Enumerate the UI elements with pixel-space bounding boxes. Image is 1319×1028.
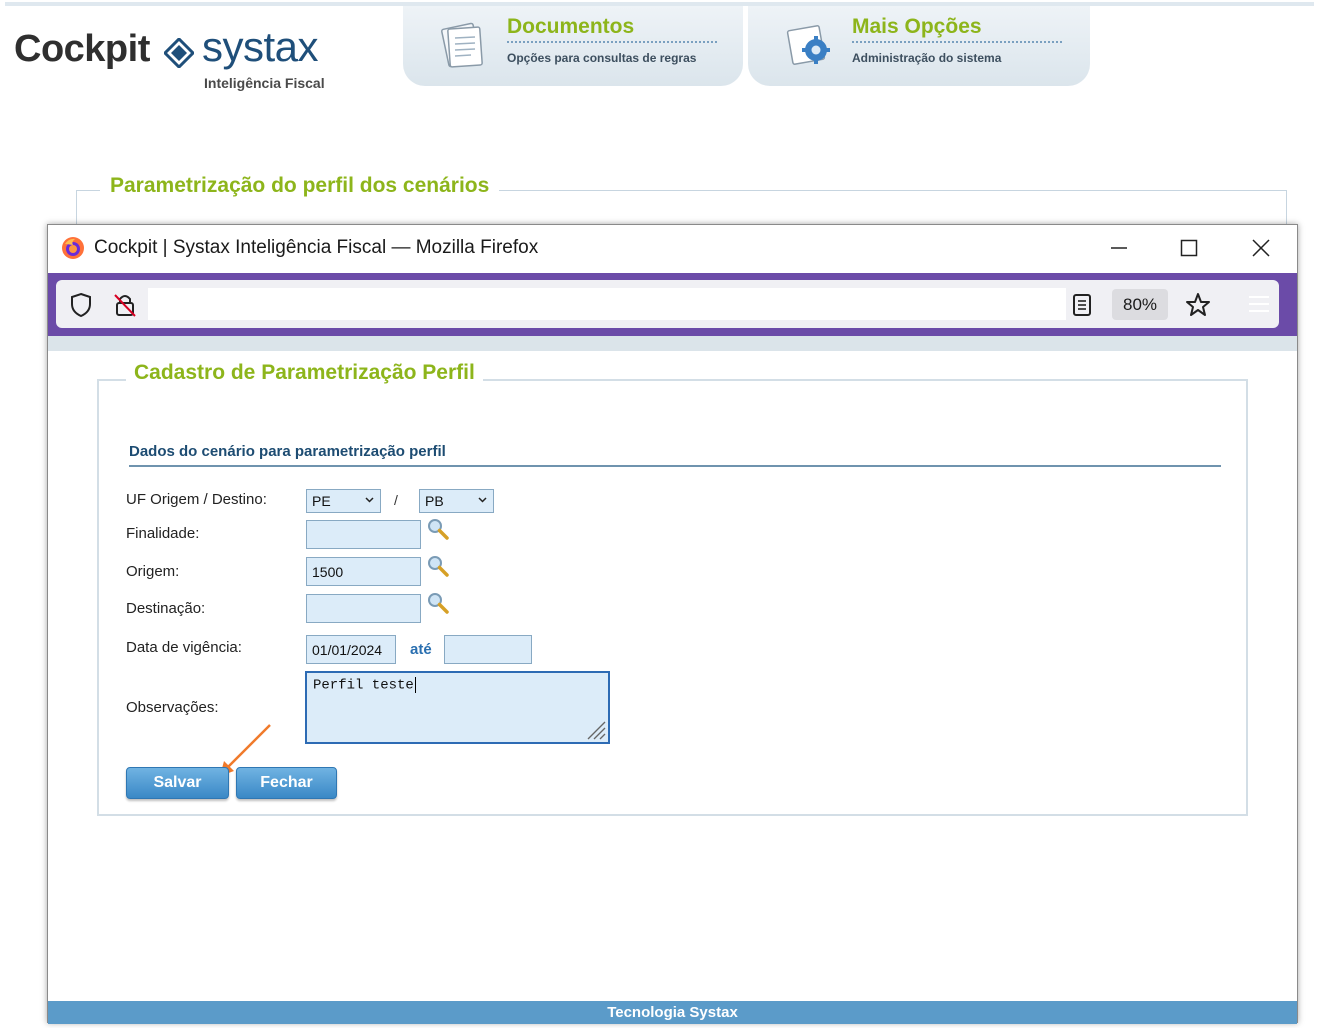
observacoes-value: Perfil teste [313, 677, 414, 694]
destinacao-input[interactable] [306, 594, 421, 623]
text-cursor [414, 677, 416, 693]
uf-separator: / [394, 492, 398, 508]
logo-word-cockpit: Cockpit [14, 28, 150, 70]
url-input[interactable] [148, 288, 1066, 320]
vigencia-inicio-input[interactable]: 01/01/2024 [306, 635, 396, 664]
window-titlebar[interactable]: Cockpit | Systax Inteligência Fiscal — M… [48, 225, 1297, 273]
uf-origem-value: PE [312, 493, 331, 509]
close-button[interactable]: Fechar [236, 767, 337, 799]
background-section-title: Parametrização do perfil dos cenários [100, 174, 500, 198]
menu-tab-documentos[interactable]: Documentos Opções para consultas de regr… [403, 6, 743, 86]
documents-icon [441, 22, 483, 68]
chevron-down-icon [365, 497, 374, 503]
search-magnifier-icon[interactable] [427, 592, 449, 614]
form-title: Cadastro de Parametrização Perfil [126, 361, 483, 385]
finalidade-input[interactable] [306, 520, 421, 549]
section-title: Dados do cenário para parametrização per… [129, 443, 446, 460]
finalidade-label: Finalidade: [126, 525, 200, 542]
firefox-logo-icon [62, 237, 84, 259]
search-magnifier-icon[interactable] [427, 518, 449, 540]
vigencia-label: Data de vigência: [126, 639, 242, 656]
chevron-down-icon [478, 497, 487, 503]
menu-tab-divider [852, 41, 1062, 43]
settings-gear-icon [786, 25, 830, 65]
menu-tab-title: Mais Opções [852, 15, 982, 38]
logo-diamond-icon [164, 38, 194, 68]
tracking-protection-shield-icon[interactable] [68, 292, 94, 318]
uf-origem-select[interactable]: PE [306, 489, 381, 513]
resize-grip-icon[interactable] [584, 718, 606, 740]
menu-tab-divider [507, 41, 717, 43]
search-magnifier-icon[interactable] [427, 555, 449, 577]
vigencia-fim-input[interactable] [444, 635, 532, 664]
close-icon [1252, 239, 1270, 257]
origem-label: Origem: [126, 563, 180, 580]
menu-tab-subtitle: Opções para consultas de regras [507, 51, 697, 65]
maximize-icon [1180, 239, 1198, 257]
page: Cockpit systax Inteligência Fiscal Docum… [0, 0, 1319, 1028]
uf-destino-select[interactable]: PB [419, 489, 494, 513]
reader-view-icon[interactable] [1069, 292, 1095, 318]
observacoes-textarea[interactable]: Perfil teste [305, 671, 610, 744]
bookmark-star-icon[interactable] [1185, 292, 1211, 318]
menu-tab-subtitle: Administração do sistema [852, 51, 1002, 65]
save-button[interactable]: Salvar [126, 767, 229, 799]
page-content: Cadastro de Parametrização Perfil Dados … [48, 336, 1297, 1024]
observacoes-label: Observações: [126, 699, 219, 716]
uf-label: UF Origem / Destino: [126, 491, 267, 508]
close-window-button[interactable] [1238, 231, 1284, 265]
section-divider [129, 465, 1221, 467]
insecure-lock-icon[interactable] [112, 292, 138, 318]
footer-bar: Tecnologia Systax [48, 1001, 1297, 1024]
minimize-button[interactable] [1096, 231, 1142, 265]
menu-tab-mais-opcoes[interactable]: Mais Opções Administração do sistema [748, 6, 1090, 86]
hamburger-menu-icon[interactable] [1247, 292, 1271, 316]
logo-word-systax: systax [202, 23, 319, 70]
destinacao-label: Destinação: [126, 600, 206, 617]
zoom-level-button[interactable]: 80% [1112, 289, 1168, 320]
origem-input[interactable]: 1500 [306, 557, 421, 586]
address-bar[interactable]: 80% [56, 280, 1279, 328]
minimize-icon [1111, 247, 1127, 249]
vigencia-ate-label: até [410, 641, 432, 658]
window-title: Cockpit | Systax Inteligência Fiscal — M… [94, 237, 539, 258]
menu-tab-title: Documentos [507, 15, 635, 38]
maximize-button[interactable] [1166, 231, 1212, 265]
browser-toolbar: 80% [48, 273, 1297, 336]
content-top-bar [48, 336, 1297, 351]
logo-subtitle: Inteligência Fiscal [204, 75, 325, 91]
uf-destino-value: PB [425, 493, 444, 509]
firefox-window: Cockpit | Systax Inteligência Fiscal — M… [47, 224, 1298, 1024]
cockpit-systax-logo[interactable]: Cockpit systax Inteligência Fiscal [14, 23, 354, 98]
